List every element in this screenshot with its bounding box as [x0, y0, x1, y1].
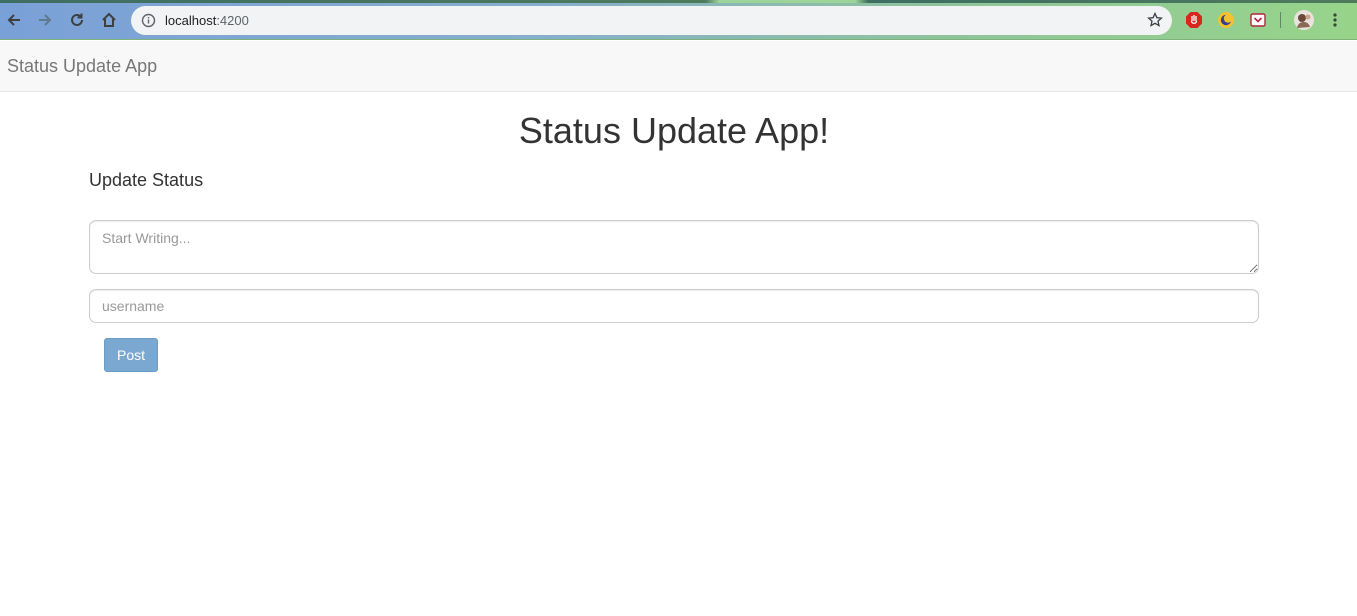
- post-button[interactable]: Post: [104, 338, 158, 372]
- home-icon[interactable]: [97, 8, 121, 32]
- url-text: localhost:4200: [165, 13, 249, 28]
- status-textarea[interactable]: [89, 220, 1259, 274]
- pocket-extension-icon[interactable]: [1249, 11, 1267, 29]
- address-bar[interactable]: localhost:4200: [131, 6, 1172, 35]
- back-arrow-icon[interactable]: [2, 8, 26, 32]
- profile-avatar[interactable]: [1293, 9, 1315, 31]
- page-title: Status Update App!: [518, 110, 830, 151]
- tab-strip-edge: [0, 0, 1357, 3]
- adblock-extension-icon[interactable]: [1185, 11, 1203, 29]
- username-input[interactable]: [89, 289, 1259, 323]
- bookmark-star-icon[interactable]: [1147, 11, 1163, 33]
- reload-icon[interactable]: [65, 8, 89, 32]
- toolbar-separator: [1280, 12, 1281, 28]
- browser-toolbar: localhost:4200: [0, 0, 1357, 40]
- app-navbar: Status Update App: [0, 41, 1357, 92]
- moon-extension-icon[interactable]: [1217, 11, 1235, 29]
- info-icon[interactable]: [141, 13, 156, 33]
- section-label-update-status: Update Status: [89, 170, 204, 190]
- menu-kebab-icon[interactable]: [1326, 11, 1344, 29]
- url-port: :4200: [216, 13, 249, 28]
- forward-arrow-icon[interactable]: [33, 8, 57, 32]
- navbar-brand[interactable]: Status Update App: [7, 56, 157, 77]
- url-host: localhost: [165, 13, 217, 28]
